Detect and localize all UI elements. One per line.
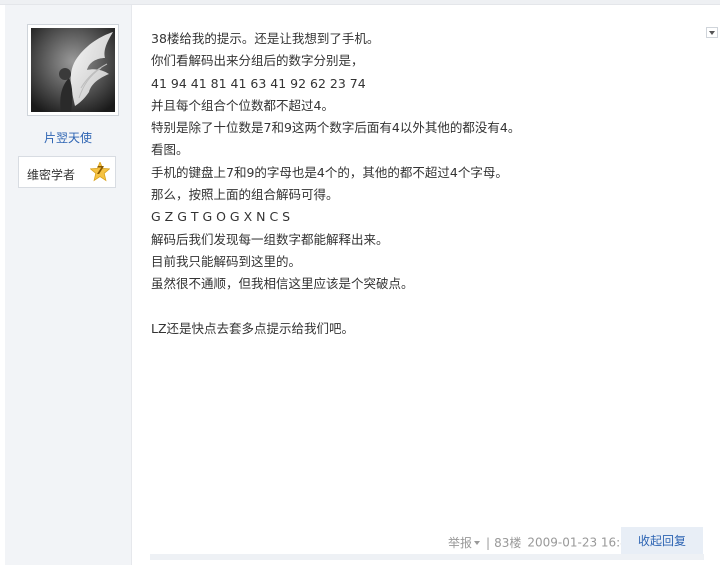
- report-dropdown-icon[interactable]: [474, 540, 481, 545]
- post-line: LZ还是快点去套多点提示给我们吧。: [151, 320, 355, 336]
- reply-area-edge: [150, 554, 704, 560]
- level-star-badge-icon: 7: [90, 162, 110, 182]
- post-line: 手机的键盘上7和9的字母也是4个的，其他的都不超过4个字母。: [151, 164, 508, 180]
- report-link[interactable]: 举报: [448, 536, 472, 550]
- avatar[interactable]: [27, 24, 119, 116]
- post-line: 并且每个组合个位数都不超过4。: [151, 97, 334, 113]
- level-number: 7: [96, 164, 104, 177]
- footer-separator: |: [486, 535, 491, 550]
- post-line: 38楼给我的提示。还是让我想到了手机。: [151, 31, 380, 46]
- post-line: 那么，按照上面的组合解码可得。: [151, 187, 339, 203]
- chevron-down-icon[interactable]: [706, 27, 718, 38]
- post-line: 41 94 41 81 41 63 41 92 62 23 74: [151, 75, 366, 91]
- post-line: 虽然很不通顺，但我相信这里应该是个突破点。: [151, 276, 414, 292]
- rank-label: 维密学者: [27, 168, 76, 182]
- post-line: 解码后我们发现每一组数字都能解释出来。: [151, 231, 389, 247]
- post-content: 38楼给我的提示。还是让我想到了手机。 你们看解码出来分组后的数字分别是， 41…: [151, 28, 691, 340]
- rank-box: 维密学者 7: [18, 156, 116, 188]
- post-line: 目前我只能解码到这里的。: [151, 253, 302, 269]
- username-link[interactable]: 片翌天使: [5, 129, 131, 146]
- post-line: 你们看解码出来分组后的数字分别是，: [151, 53, 364, 69]
- post-line: G Z G T G O G X N C S: [151, 209, 291, 225]
- floor-number: 83楼: [494, 536, 522, 550]
- user-sidebar: 片翌天使 维密学者 7: [5, 5, 132, 565]
- collapse-reply-button[interactable]: 收起回复: [621, 527, 703, 555]
- post-line: 看图。: [151, 142, 189, 158]
- post-footer: 举报 | 83楼 2009-01-23 16:45: [448, 534, 635, 551]
- avatar-image: [31, 28, 115, 112]
- post-line: 特别是除了十位数是7和9这两个数字后面有4以外其他的都没有4。: [151, 120, 521, 136]
- post-datetime: 2009-01-23 16:45: [527, 535, 636, 550]
- post-line-blank: [151, 296, 691, 318]
